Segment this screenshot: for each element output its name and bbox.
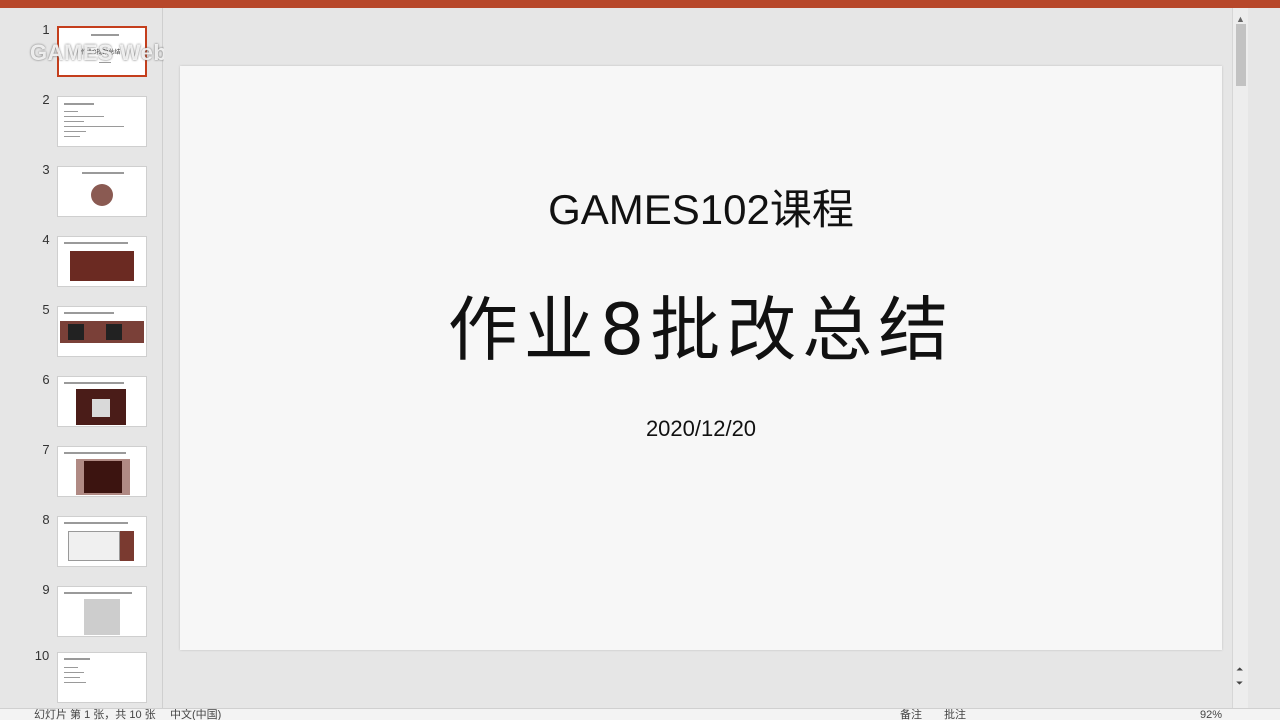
thumb-image (92, 399, 110, 417)
thumb-line (64, 111, 78, 112)
thumb-line (82, 172, 124, 174)
thumb-image (120, 531, 134, 561)
slide-title[interactable]: 作业8批改总结 (180, 274, 1222, 375)
thumbnail-row[interactable]: 9 (0, 582, 160, 642)
thumbnail-number: 10 (34, 648, 50, 663)
thumb-image (106, 324, 122, 340)
thumbnail-slide-9[interactable] (57, 586, 147, 637)
language-indicator[interactable]: 中文(中国) (170, 709, 221, 720)
thumb-line (91, 34, 119, 36)
thumbnail-slide-10[interactable] (57, 652, 147, 703)
thumbnail-row[interactable]: 6 (0, 372, 160, 432)
thumbnail-slide-5[interactable] (57, 306, 147, 357)
powerpoint-window: 1 作业8批改总结 2 3 4 5 6 7 8 9 10 GAMES Webin… (0, 8, 1280, 720)
slide-counter: 幻灯片 第 1 张，共 10 张 (34, 709, 156, 720)
thumb-line (64, 658, 90, 660)
thumb-line (64, 677, 80, 678)
previous-slide-icon[interactable]: ⏶ (1236, 664, 1243, 675)
title-bar-strip (0, 0, 1280, 8)
slide-editing-area[interactable]: GAMES102课程 作业8批改总结 2020/12/20 (164, 8, 1232, 708)
thumbnail-row[interactable]: 2 (0, 92, 160, 152)
thumbnail-number: 4 (42, 232, 50, 247)
thumb-image (70, 251, 134, 281)
thumbnail-number: 3 (42, 162, 50, 177)
thumb-line (64, 522, 128, 524)
thumb-line (64, 126, 124, 127)
thumb-line (64, 312, 114, 314)
thumbnail-slide-3[interactable] (57, 166, 147, 217)
thumb-line (64, 116, 104, 117)
thumbnail-slide-2[interactable] (57, 96, 147, 147)
vertical-scrollbar[interactable]: ▲ ⏶ ⏷ (1232, 8, 1248, 708)
thumbnail-number: 6 (42, 372, 50, 387)
thumb-image (84, 599, 120, 635)
slide-thumbnails-pane[interactable]: 1 作业8批改总结 2 3 4 5 6 7 8 9 10 (0, 8, 163, 708)
scrollbar-thumb[interactable] (1236, 24, 1246, 86)
thumb-image (68, 531, 120, 561)
thumbnail-slide-6[interactable] (57, 376, 147, 427)
thumbnail-row[interactable]: 10 (0, 648, 160, 708)
thumb-line (64, 667, 78, 668)
thumbnail-number: 2 (42, 92, 50, 107)
thumbnail-row[interactable]: 4 (0, 232, 160, 292)
scroll-up-icon[interactable]: ▲ (1236, 14, 1245, 24)
thumb-image (84, 461, 122, 493)
thumb-line (64, 103, 94, 105)
thumb-line (64, 382, 124, 384)
thumbnail-slide-4[interactable] (57, 236, 147, 287)
current-slide[interactable]: GAMES102课程 作业8批改总结 2020/12/20 (180, 66, 1222, 650)
thumbnail-number: 7 (42, 442, 50, 457)
comments-button[interactable]: 批注 (944, 709, 966, 720)
thumb-line (64, 682, 86, 683)
thumb-line (64, 121, 84, 122)
right-margin (1248, 8, 1280, 708)
notes-button[interactable]: 备注 (900, 709, 922, 720)
thumbnail-slide-8[interactable] (57, 516, 147, 567)
slide-course-name[interactable]: GAMES102课程 (180, 176, 1222, 237)
thumb-shape (91, 184, 113, 206)
thumb-image (68, 324, 84, 340)
zoom-level[interactable]: 92% (1200, 709, 1222, 720)
status-bar: 幻灯片 第 1 张，共 10 张 中文(中国) 备注 批注 92% (0, 708, 1280, 720)
thumbnail-row[interactable]: 7 (0, 442, 160, 502)
thumbnail-number: 1 (42, 22, 50, 37)
thumb-line (64, 136, 80, 137)
thumbnail-slide-7[interactable] (57, 446, 147, 497)
thumb-line (64, 672, 84, 673)
thumb-line (64, 452, 126, 454)
slide-date[interactable]: 2020/12/20 (180, 416, 1222, 442)
thumbnail-number: 9 (42, 582, 50, 597)
thumbnail-number: 5 (42, 302, 50, 317)
thumbnail-number: 8 (42, 512, 50, 527)
thumb-line (64, 592, 132, 594)
thumbnail-row[interactable]: 3 (0, 162, 160, 222)
thumbnail-row[interactable]: 5 (0, 302, 160, 362)
thumbnail-row[interactable]: 8 (0, 512, 160, 572)
thumb-line (64, 242, 128, 244)
thumb-line (64, 131, 86, 132)
next-slide-icon[interactable]: ⏷ (1236, 678, 1243, 689)
